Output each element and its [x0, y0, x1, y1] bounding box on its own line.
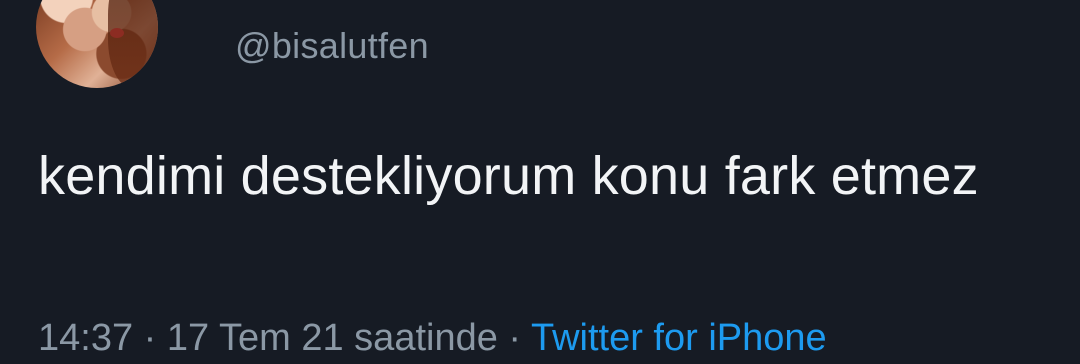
tweet-date[interactable]: 17 Tem 21 saatinde [167, 317, 498, 359]
meta-separator-2: · [508, 317, 522, 359]
user-handle[interactable]: @bisalutfen [235, 25, 429, 67]
avatar-hair [108, 0, 158, 88]
meta-separator: · [143, 317, 157, 359]
avatar[interactable] [36, 0, 158, 88]
tweet-source-link[interactable]: Twitter for iPhone [531, 317, 827, 359]
tweet-time[interactable]: 14:37 [38, 317, 133, 359]
tweet-text: kendimi destekliyorum konu fark etmez [38, 146, 979, 206]
avatar-mouth [110, 28, 124, 38]
tweet-meta: 14:37 · 17 Tem 21 saatinde · Twitter for… [38, 312, 827, 364]
tweet-card: @bisalutfen kendimi destekliyorum konu f… [0, 0, 1080, 360]
